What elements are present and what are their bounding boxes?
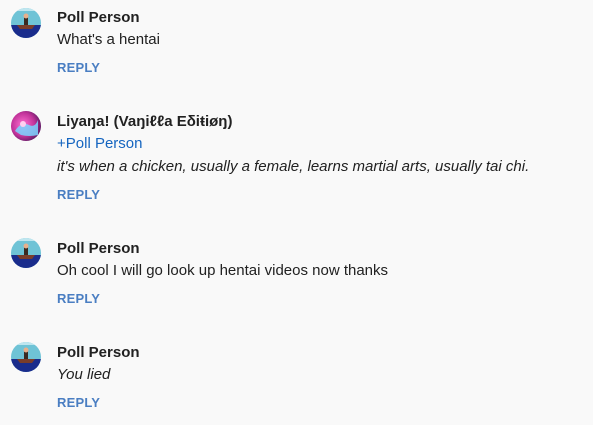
avatar-image-icon (11, 111, 41, 141)
reply-button[interactable]: REPLY (57, 291, 100, 306)
avatar-image-icon (11, 8, 41, 38)
avatar[interactable] (11, 111, 41, 141)
comment-author[interactable]: Poll Person (57, 9, 140, 26)
comment-author[interactable]: Poll Person (57, 240, 140, 257)
comment-text: Oh cool I will go look up hentai videos … (57, 262, 389, 279)
avatar[interactable] (11, 8, 41, 38)
reply-button[interactable]: REPLY (57, 187, 100, 202)
comment-author[interactable]: Liyaŋa! (Vaŋiℓℓa Eδiŧiøŋ) (57, 113, 232, 130)
avatar[interactable] (11, 238, 41, 268)
avatar-image-icon (11, 342, 41, 372)
reply-button[interactable]: REPLY (57, 395, 100, 410)
comment-text: it's when a chicken, usually a female, l… (57, 158, 530, 175)
comment-author[interactable]: Poll Person (57, 344, 140, 361)
comment-text: What's a hentai (57, 31, 160, 48)
mention-link[interactable]: +Poll Person (57, 135, 142, 152)
avatar[interactable] (11, 342, 41, 372)
comment-text: You lied (57, 366, 111, 383)
reply-button[interactable]: REPLY (57, 60, 100, 75)
avatar-image-icon (11, 238, 41, 268)
